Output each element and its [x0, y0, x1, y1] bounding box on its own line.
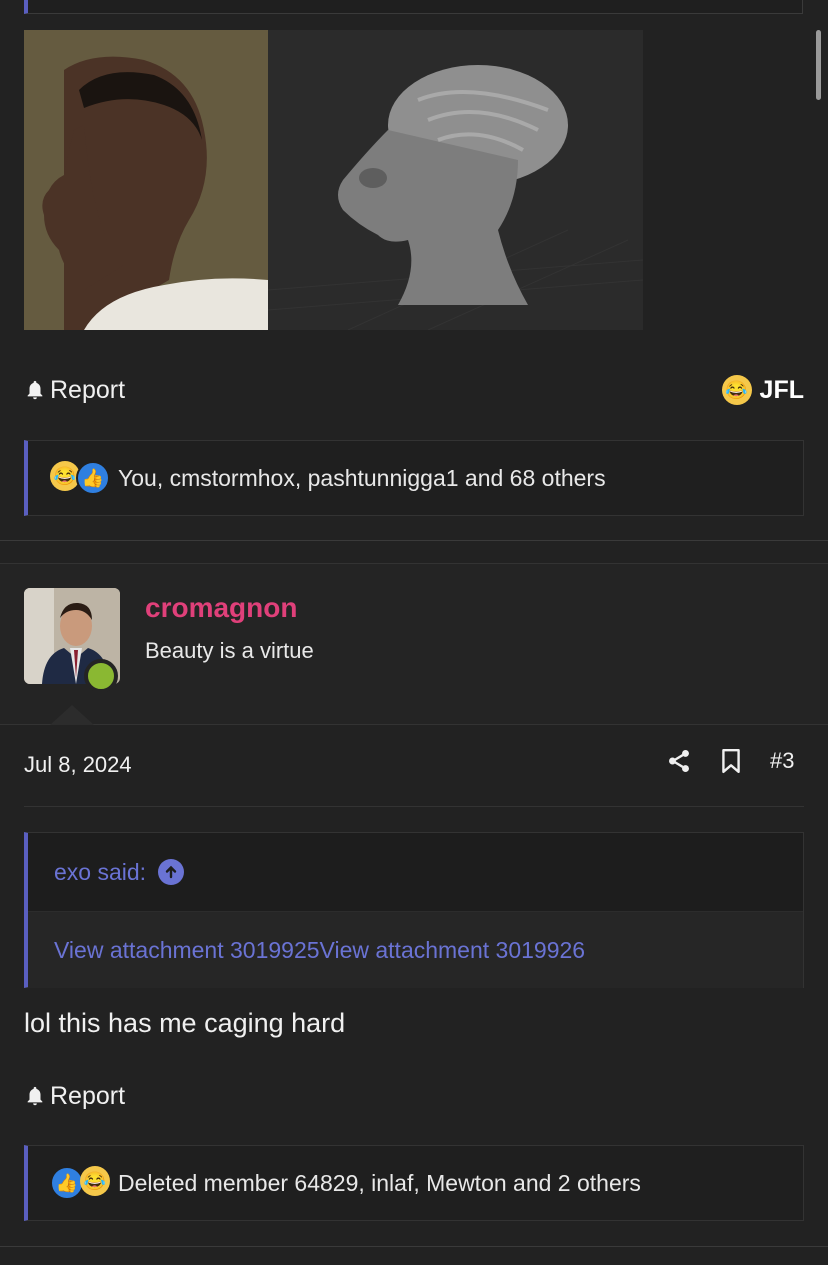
- post-divider: [0, 540, 828, 541]
- header-pointer: [50, 705, 94, 725]
- quote-author[interactable]: exo said:: [54, 859, 146, 886]
- post-tools: #3: [666, 748, 794, 774]
- bell-icon: [27, 1086, 43, 1106]
- reactions-text[interactable]: You, cmstormhox, pashtunnigga1 and 68 ot…: [118, 465, 606, 492]
- laughing-emoji-icon: 😂: [721, 375, 752, 405]
- username-link[interactable]: cromagnon: [145, 592, 297, 624]
- bookmark-icon[interactable]: [720, 748, 742, 774]
- share-icon[interactable]: [666, 748, 692, 774]
- previous-quote-bottom: [24, 0, 803, 14]
- user-title: Beauty is a virtue: [145, 638, 314, 663]
- post-number-link[interactable]: #3: [770, 748, 794, 774]
- quote-header[interactable]: exo said:: [28, 833, 803, 912]
- attachment-image-person[interactable]: [24, 30, 268, 330]
- thumbs-up-icon: 👍: [76, 461, 110, 495]
- quote-body[interactable]: View attachment 3019925View attachment 3…: [28, 912, 803, 988]
- report-label: Report: [50, 1081, 126, 1110]
- attachment-image-alien-sculpt[interactable]: [268, 30, 643, 330]
- reactions-bar[interactable]: 😂 👍 You, cmstormhox, pashtunnigga1 and 6…: [24, 440, 804, 516]
- scrollbar[interactable]: [816, 30, 821, 100]
- post-date[interactable]: Jul 8, 2024: [24, 752, 132, 778]
- post-body-text: lol this has me caging hard: [24, 1008, 346, 1038]
- previous-post-actions: Report 😂 JFL: [24, 370, 804, 410]
- reactions-text[interactable]: Deleted member 64829, inlaf, Mewton and …: [118, 1170, 641, 1197]
- report-link[interactable]: Report: [24, 1082, 125, 1111]
- reactions-bar[interactable]: 👍 😂 Deleted member 64829, inlaf, Mewton …: [24, 1145, 804, 1221]
- reaction-label: JFL: [759, 375, 804, 404]
- report-label: Report: [50, 375, 126, 404]
- bell-icon: [27, 380, 43, 400]
- online-status-indicator: [84, 659, 118, 693]
- laughing-emoji-icon: 😂: [80, 1166, 110, 1196]
- post-actions: Report: [24, 1076, 804, 1116]
- post-meta-divider: [24, 806, 804, 807]
- arrow-up-circle-icon[interactable]: [158, 859, 185, 885]
- report-link[interactable]: Report: [24, 376, 125, 405]
- quote-block: exo said: View attachment 3019925View at…: [24, 832, 804, 988]
- post-divider: [0, 1246, 828, 1247]
- post-user-header: [0, 563, 828, 725]
- jfl-reaction-button[interactable]: 😂 JFL: [721, 375, 804, 405]
- thumbs-up-icon: 👍: [50, 1166, 84, 1200]
